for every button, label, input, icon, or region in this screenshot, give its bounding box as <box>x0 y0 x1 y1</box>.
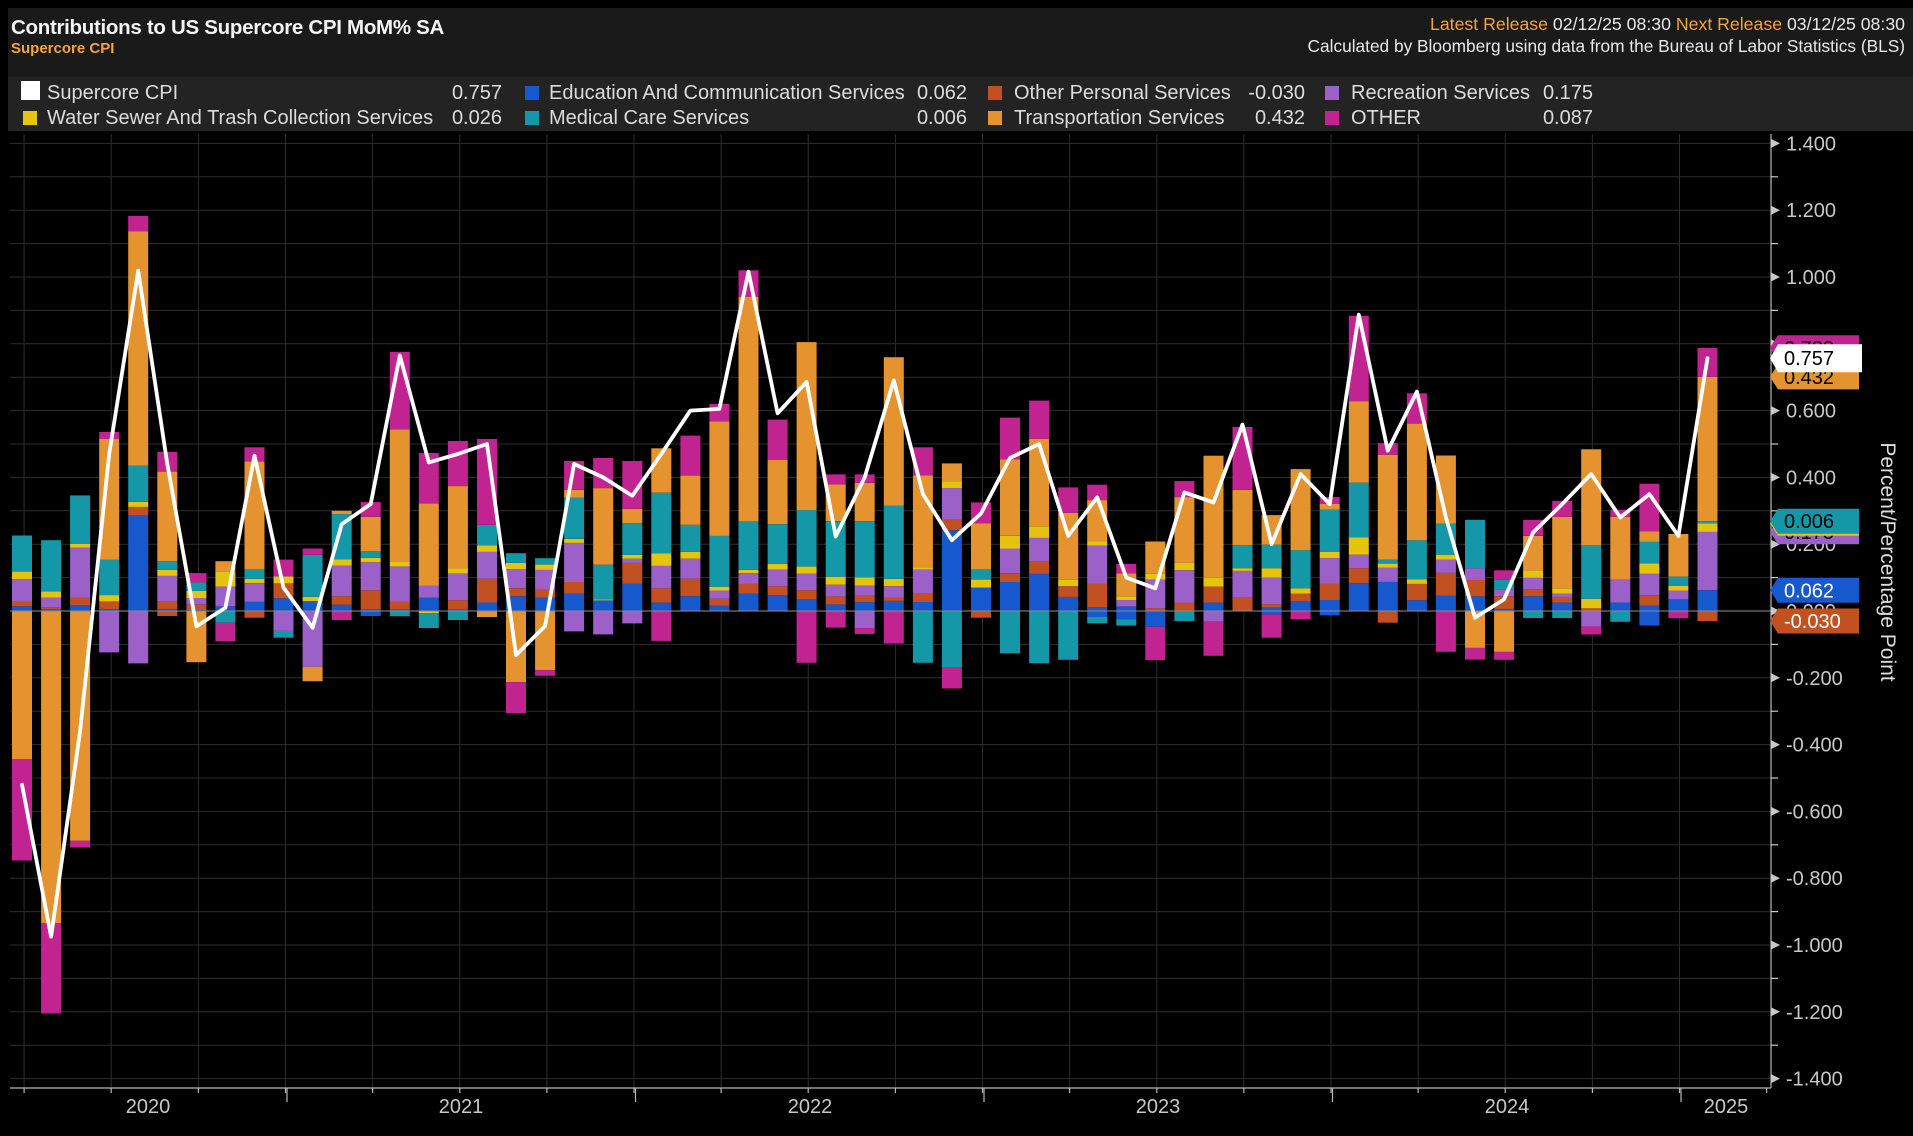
svg-text:0.175: 0.175 <box>1543 82 1593 104</box>
svg-text:OTHER: OTHER <box>1351 107 1421 129</box>
svg-text:2023: 2023 <box>1136 1096 1181 1118</box>
svg-text:-0.030: -0.030 <box>1784 611 1841 633</box>
svg-text:-1.400: -1.400 <box>1786 1069 1843 1091</box>
svg-text:Transportation Services: Transportation Services <box>1014 107 1224 129</box>
svg-text:2024: 2024 <box>1485 1096 1530 1118</box>
svg-text:0.087: 0.087 <box>1543 107 1593 129</box>
svg-text:Recreation Services: Recreation Services <box>1351 82 1530 104</box>
svg-text:0.757: 0.757 <box>452 82 502 104</box>
svg-text:Supercore CPI: Supercore CPI <box>47 82 178 104</box>
svg-text:0.006: 0.006 <box>1784 511 1834 533</box>
svg-text:Calculated by Bloomberg using: Calculated by Bloomberg using data from … <box>1308 36 1905 56</box>
svg-text:Latest Release 02/12/25 08:30: Latest Release 02/12/25 08:30 Next Relea… <box>1430 14 1905 34</box>
svg-text:-0.600: -0.600 <box>1786 801 1843 823</box>
svg-text:Water Sewer And Trash Collecti: Water Sewer And Trash Collection Service… <box>47 107 433 129</box>
svg-text:Other Personal Services: Other Personal Services <box>1014 82 1231 104</box>
svg-text:2021: 2021 <box>439 1096 484 1118</box>
svg-text:1.400: 1.400 <box>1786 133 1836 155</box>
svg-text:Contributions to US Supercore: Contributions to US Supercore CPI MoM% S… <box>11 16 445 39</box>
svg-text:0.026: 0.026 <box>452 107 502 129</box>
svg-text:0.400: 0.400 <box>1786 467 1836 489</box>
svg-text:2025: 2025 <box>1704 1096 1749 1118</box>
svg-text:Percent/Percentage Point: Percent/Percentage Point <box>1876 442 1899 681</box>
svg-text:Supercore CPI: Supercore CPI <box>11 40 114 57</box>
svg-text:-0.030: -0.030 <box>1248 82 1305 104</box>
svg-text:Medical Care Services: Medical Care Services <box>549 107 749 129</box>
svg-text:0.006: 0.006 <box>917 107 967 129</box>
svg-text:0.600: 0.600 <box>1786 401 1836 423</box>
svg-text:-0.200: -0.200 <box>1786 668 1843 690</box>
svg-text:2022: 2022 <box>788 1096 833 1118</box>
svg-text:2020: 2020 <box>126 1096 171 1118</box>
svg-text:1.000: 1.000 <box>1786 267 1836 289</box>
svg-text:0.432: 0.432 <box>1255 107 1305 129</box>
svg-text:1.200: 1.200 <box>1786 200 1836 222</box>
svg-text:0.062: 0.062 <box>917 82 967 104</box>
svg-text:Education And Communication Se: Education And Communication Services <box>549 82 905 104</box>
svg-text:0.757: 0.757 <box>1784 348 1834 370</box>
svg-text:-1.200: -1.200 <box>1786 1002 1843 1024</box>
svg-text:-0.400: -0.400 <box>1786 735 1843 757</box>
svg-text:-0.800: -0.800 <box>1786 868 1843 890</box>
svg-text:0.062: 0.062 <box>1784 580 1834 602</box>
svg-text:-1.000: -1.000 <box>1786 935 1843 957</box>
